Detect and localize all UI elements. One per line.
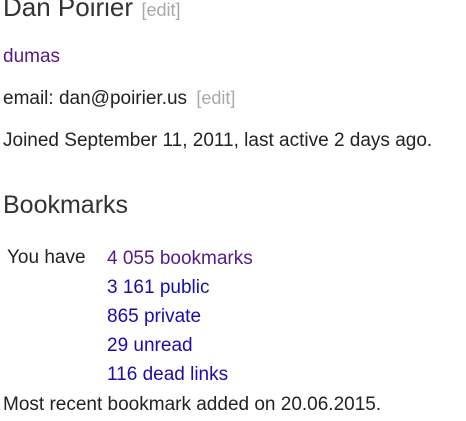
stat-item: 116 dead links: [107, 363, 253, 392]
most-recent-bookmark: Most recent bookmark added on 20.06.2015…: [3, 394, 382, 415]
stat-item: 4 055 bookmarks: [107, 247, 253, 276]
profile-header: Dan Poirier [edit]: [3, 0, 181, 23]
user-name: Dan Poirier: [3, 0, 134, 22]
email-value: dan@poirier.us: [58, 88, 188, 109]
email-row: email: dan@poirier.us [edit]: [3, 88, 235, 110]
edit-email-link[interactable]: [edit]: [196, 88, 235, 108]
stat-item: 3 161 public: [107, 276, 253, 305]
private-bookmarks-link[interactable]: 865 private: [107, 306, 201, 327]
unread-bookmarks-link[interactable]: 29 unread: [107, 335, 193, 356]
bookmarks-heading: Bookmarks: [3, 191, 129, 219]
stat-item: 865 private: [107, 305, 253, 334]
nickname-link[interactable]: dumas: [3, 46, 60, 68]
joined-info: Joined September 11, 2011, last active 2…: [3, 130, 433, 151]
dead-links-link[interactable]: 116 dead links: [107, 364, 228, 385]
edit-name-link[interactable]: [edit]: [142, 0, 181, 20]
public-bookmarks-link[interactable]: 3 161 public: [107, 277, 209, 298]
bookmark-stats-list: 4 055 bookmarks 3 161 public 865 private…: [107, 247, 253, 392]
total-bookmarks-link[interactable]: 4 055 bookmarks: [107, 248, 253, 269]
you-have-label: You have: [7, 247, 86, 268]
email-label: email:: [3, 88, 54, 109]
stat-item: 29 unread: [107, 334, 253, 363]
